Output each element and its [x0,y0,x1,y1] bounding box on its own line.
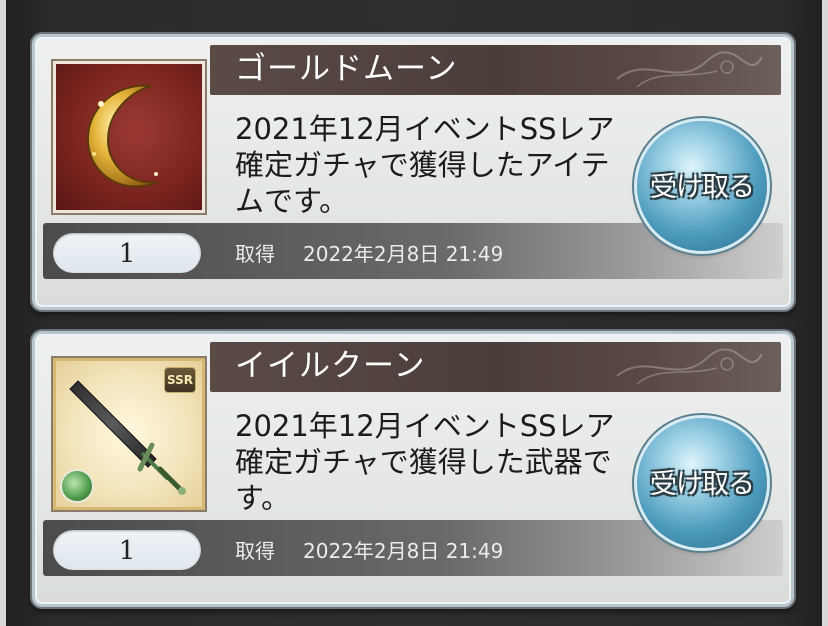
flourish-decoration [616,348,763,385]
acquired-label: 取得 [235,242,275,266]
flourish-decoration [616,51,763,88]
quantity-display: 1 [53,530,201,570]
item-thumbnail: SSR [53,358,205,510]
acquired-date: 2022年2月8日 21:49 [303,242,504,266]
item-description: 2021年12月イベントSSレア確定ガチャで獲得した武器です。 [235,409,615,515]
receive-button-label: 受け取る [650,469,755,500]
acquired-label: 取得 [235,539,275,563]
acquired-date: 2022年2月8日 21:49 [303,539,504,563]
item-description: 2021年12月イベントSSレア確定ガチャで獲得したアイテムです。 [235,112,615,218]
receive-button[interactable]: 受け取る [637,418,767,548]
receive-button-label: 受け取る [650,172,755,203]
item-thumbnail [53,61,205,213]
quantity-display: 1 [53,233,201,273]
present-item-card: イイルクーン SSR 2021年12月イベントSSレア確定ガチャで獲得した武器で… [32,331,794,607]
ssr-badge: SSR [164,367,196,393]
left-edge [0,0,6,626]
item-name: ゴールドムーン [235,51,458,87]
present-item-card: ゴールドムーン 2021年12月イベントSSレア確定ガチャで獲得したアイテムです… [32,34,794,310]
receive-button[interactable]: 受け取る [637,121,767,251]
right-edge [822,0,828,626]
item-name: イイルクーン [235,348,426,384]
gold-moon-icon [86,84,159,188]
wind-element-icon [60,469,94,503]
